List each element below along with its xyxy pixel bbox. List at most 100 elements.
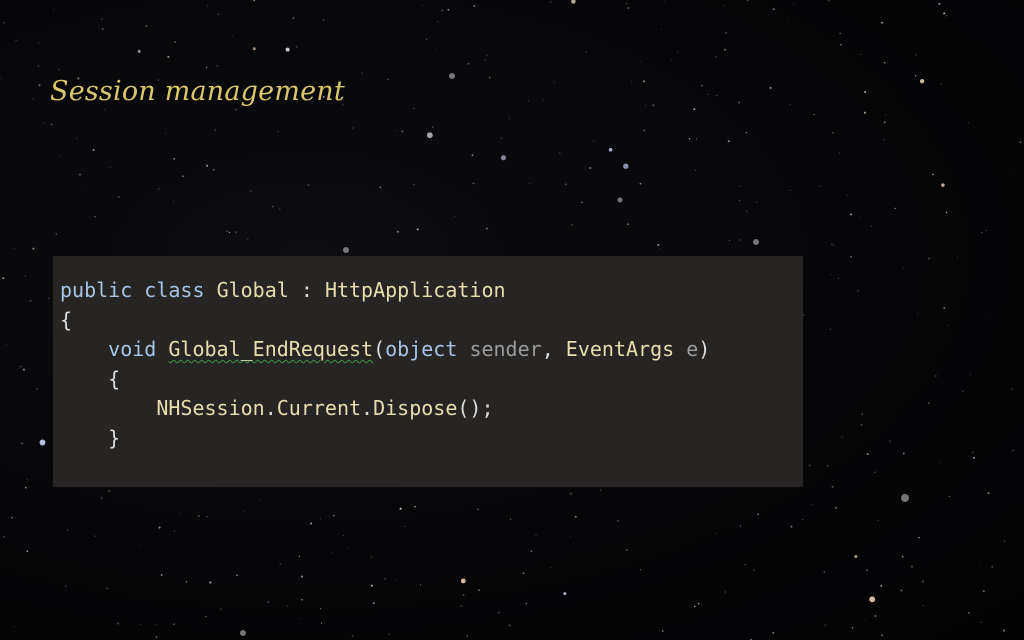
star	[569, 492, 572, 495]
star	[206, 164, 209, 167]
star	[98, 24, 99, 26]
star	[132, 532, 134, 534]
star	[477, 508, 480, 511]
star	[939, 461, 941, 463]
star	[180, 513, 182, 515]
star	[416, 228, 419, 231]
star	[808, 464, 811, 467]
star	[207, 5, 209, 7]
star	[865, 620, 866, 622]
star	[863, 111, 866, 114]
code-token: NHSession	[156, 396, 265, 420]
star	[831, 243, 833, 246]
code-token: Dispose	[373, 396, 458, 420]
star	[155, 623, 157, 626]
star	[432, 126, 434, 128]
star	[772, 8, 775, 11]
code-line: {	[60, 306, 710, 336]
star	[473, 4, 476, 8]
star	[300, 575, 303, 578]
star	[522, 572, 525, 575]
star	[92, 148, 95, 151]
star	[715, 532, 717, 534]
star	[698, 492, 700, 493]
star	[639, 61, 641, 63]
star	[839, 32, 841, 35]
star	[970, 373, 971, 375]
star	[913, 609, 915, 610]
star	[885, 114, 887, 116]
star	[484, 59, 486, 61]
star	[697, 602, 700, 605]
star	[900, 589, 903, 592]
star	[0, 77, 2, 79]
star	[26, 478, 29, 481]
star	[659, 248, 661, 250]
star	[420, 584, 422, 586]
star	[827, 0, 830, 2]
star	[945, 211, 948, 214]
star	[296, 46, 298, 48]
star	[1011, 388, 1013, 390]
star	[688, 138, 691, 140]
star	[414, 505, 416, 508]
star	[901, 555, 904, 558]
star	[37, 65, 39, 67]
star	[158, 188, 160, 190]
star	[525, 602, 528, 605]
star	[298, 555, 300, 558]
star	[456, 102, 458, 103]
code-token: class	[144, 278, 205, 302]
star	[976, 293, 977, 295]
star	[661, 630, 664, 632]
star	[574, 515, 577, 518]
bright-star	[343, 247, 349, 253]
star	[550, 1, 552, 3]
star	[460, 578, 466, 584]
star	[467, 62, 470, 65]
star	[841, 436, 843, 438]
star	[837, 277, 839, 279]
star	[973, 456, 975, 459]
star	[404, 525, 406, 528]
star	[441, 9, 444, 12]
star	[181, 175, 184, 178]
star	[209, 581, 212, 584]
star	[2, 277, 5, 280]
star	[497, 611, 500, 614]
star	[299, 618, 300, 619]
star	[117, 195, 120, 198]
star	[755, 201, 758, 203]
star	[986, 312, 987, 313]
star	[543, 99, 545, 102]
star	[508, 624, 511, 627]
star	[832, 132, 834, 134]
star	[943, 12, 946, 15]
star	[802, 519, 804, 520]
star	[347, 546, 349, 548]
star	[826, 624, 828, 626]
star	[664, 0, 666, 2]
star	[753, 569, 755, 572]
star	[550, 567, 552, 569]
star	[1019, 141, 1022, 143]
star	[981, 232, 983, 234]
star	[744, 563, 746, 566]
star	[991, 566, 993, 568]
star	[197, 515, 200, 518]
star	[15, 39, 17, 41]
star	[850, 255, 853, 258]
star	[140, 623, 142, 625]
star	[64, 69, 66, 71]
star	[1008, 172, 1010, 174]
star	[769, 86, 772, 89]
star	[823, 624, 826, 626]
star	[489, 77, 491, 79]
code-line: void Global_EndRequest(object sender, Ev…	[60, 335, 710, 365]
star	[466, 635, 468, 637]
star	[639, 569, 642, 571]
star	[745, 131, 747, 134]
star	[110, 166, 111, 168]
